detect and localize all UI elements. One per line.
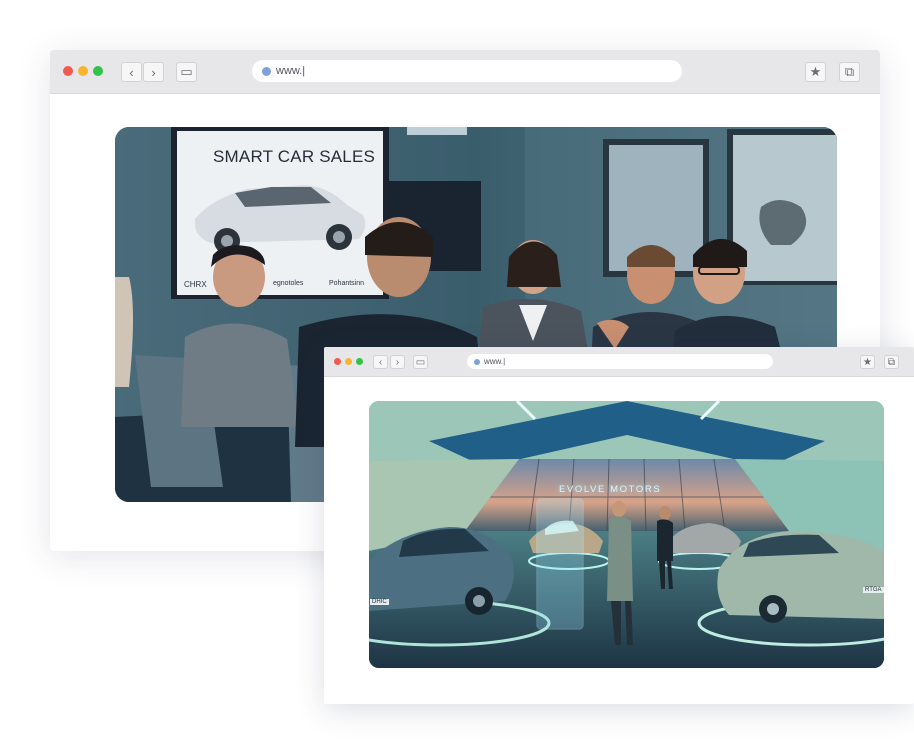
close-dot[interactable] <box>334 358 341 365</box>
sidebar-toggle-button[interactable]: ▭ <box>413 355 428 369</box>
maximize-dot[interactable] <box>93 66 103 76</box>
tabs-icon: ⧉ <box>887 356 896 368</box>
window-controls <box>334 358 363 365</box>
showroom-sign: EVOLVE MOTORS <box>559 484 662 495</box>
tabs-icon: ⧉ <box>844 64 855 79</box>
url-text: www.| <box>484 357 506 366</box>
minimize-dot[interactable] <box>78 66 88 76</box>
chevron-right-icon: › <box>151 64 156 80</box>
address-bar[interactable]: www.| <box>252 60 682 82</box>
chevron-left-icon: ‹ <box>129 64 134 80</box>
close-dot[interactable] <box>63 66 73 76</box>
address-bar[interactable]: www.| <box>467 354 773 369</box>
sidebar-icon: ▭ <box>415 356 426 368</box>
back-button[interactable]: ‹ <box>121 62 142 82</box>
chevron-right-icon: › <box>395 356 400 368</box>
chevron-left-icon: ‹ <box>378 356 383 368</box>
url-text: www.| <box>276 65 306 77</box>
sidebar-icon: ▭ <box>180 64 193 79</box>
globe-icon <box>474 358 480 365</box>
screen-title: SMART CAR SALES <box>213 147 376 166</box>
star-icon: ★ <box>809 64 822 79</box>
bookmark-button[interactable]: ★ <box>860 355 875 369</box>
screen-footer-text: CHRX <box>184 280 207 289</box>
maximize-dot[interactable] <box>356 358 363 365</box>
sidebar-toggle-button[interactable]: ▭ <box>176 62 197 82</box>
back-button[interactable]: ‹ <box>373 355 388 369</box>
forward-button[interactable]: › <box>143 62 164 82</box>
screen-footer-text: Pohantsinn <box>329 280 365 287</box>
window-controls <box>63 66 103 76</box>
screen-footer-text: egnotoles <box>273 280 304 287</box>
star-icon: ★ <box>863 356 872 368</box>
tabs-button[interactable]: ⧉ <box>884 355 899 369</box>
browser-toolbar: ‹ › ▭ www.| ★ ⧉ <box>324 347 914 377</box>
license-plate: DHIC <box>370 599 389 605</box>
minimize-dot[interactable] <box>345 358 352 365</box>
browser-toolbar: ‹ › ▭ www.| ★ ⧉ <box>50 50 880 94</box>
tabs-button[interactable]: ⧉ <box>839 62 860 82</box>
bookmark-button[interactable]: ★ <box>805 62 826 82</box>
showroom-image: EVOLVE MOTORS DHIC RTGA <box>369 401 884 668</box>
license-plate: RTGA <box>863 587 884 593</box>
globe-icon <box>262 66 271 76</box>
forward-button[interactable]: › <box>390 355 405 369</box>
